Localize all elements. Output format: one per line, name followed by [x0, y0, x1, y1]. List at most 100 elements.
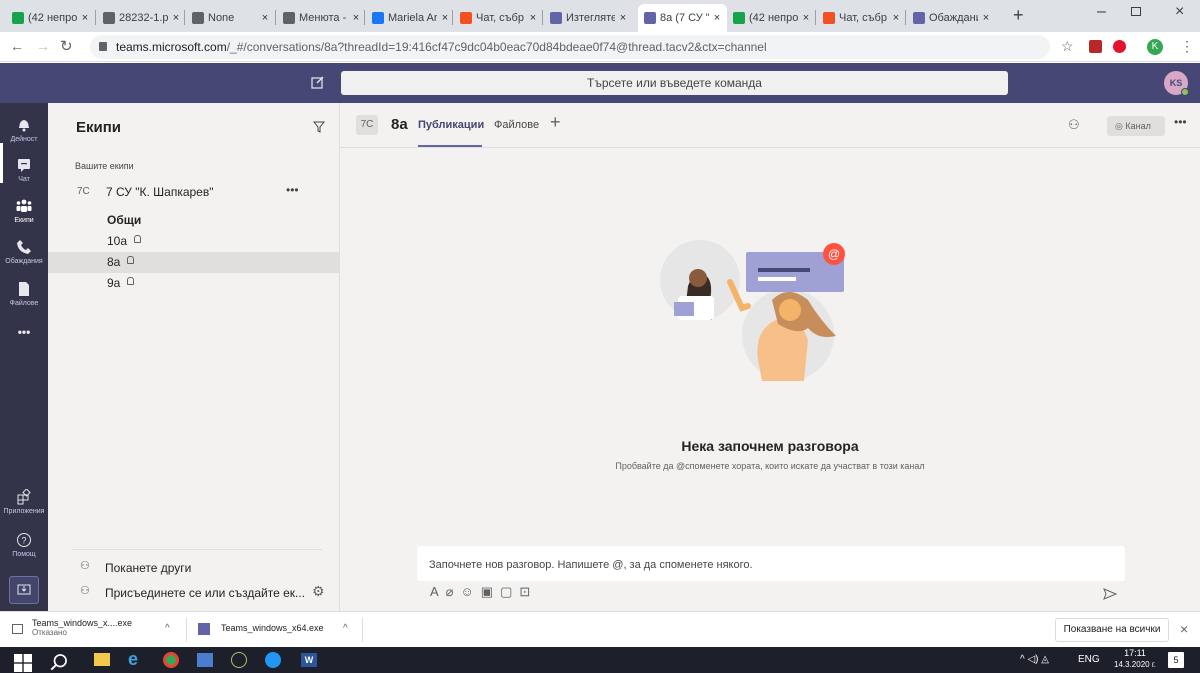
sticker-icon[interactable]: ▢	[500, 584, 519, 599]
browser-tab[interactable]: (42 непро ×	[727, 4, 816, 32]
user-avatar[interactable]: KS	[1164, 71, 1189, 96]
send-icon[interactable]	[1103, 588, 1117, 600]
gif-icon[interactable]: ▣	[481, 584, 500, 599]
format-icon[interactable]: A	[430, 584, 446, 599]
browser-tab[interactable]: 28232-1.p ×	[97, 4, 186, 32]
command-search-input[interactable]: Търсете или въведете команда	[341, 71, 1008, 95]
reload-button[interactable]: ↻	[60, 37, 73, 55]
maximize-button[interactable]	[1131, 7, 1141, 16]
notifications-button[interactable]: 5	[1168, 652, 1184, 668]
profile-avatar[interactable]: K	[1147, 39, 1163, 55]
star-icon[interactable]: ☆	[1061, 38, 1074, 55]
pdf-extension-icon[interactable]	[1089, 40, 1102, 53]
clock[interactable]: 17:11 14.3.2020 г.	[1105, 648, 1165, 670]
close-tab-icon[interactable]: ×	[350, 12, 362, 24]
rail-item-files[interactable]: Файлове	[0, 281, 48, 307]
search-icon[interactable]	[50, 653, 68, 671]
teams-icon	[550, 12, 562, 24]
close-download-shelf-button[interactable]: ×	[1180, 621, 1188, 637]
close-tab-icon[interactable]: ×	[890, 12, 902, 24]
chrome-icon[interactable]	[163, 652, 179, 668]
browser-tab[interactable]: 8a (7 СУ "К×	[638, 4, 727, 32]
browser-tab[interactable]: None ×	[186, 4, 275, 32]
team-row[interactable]: 7С 7 СУ "К. Шапкарев" •••	[73, 183, 333, 205]
close-tab-icon[interactable]: ×	[259, 12, 271, 24]
emoji-icon[interactable]: ☺	[461, 584, 481, 599]
download-item-1[interactable]: Teams_windows_x....exe Отказано	[32, 618, 132, 637]
channel-more-button[interactable]: •••	[1174, 115, 1187, 129]
browser-tab[interactable]: Изтегляте ×	[544, 4, 633, 32]
tab-title: Обаждани	[929, 12, 978, 24]
rail-item-calls[interactable]: Обаждания	[0, 239, 48, 265]
facebook-icon	[372, 12, 384, 24]
download-app-button[interactable]	[9, 576, 39, 604]
word-icon[interactable]: W	[301, 653, 317, 667]
url-field[interactable]: teams.microsoft.com/_#/conversations/8a?…	[90, 35, 1050, 59]
adblock-extension-icon[interactable]	[1113, 40, 1126, 53]
close-tab-icon[interactable]: ×	[617, 12, 629, 24]
language-indicator[interactable]: ENG	[1078, 654, 1100, 665]
channel-item[interactable]: Общи	[48, 210, 339, 231]
channel-team-badge: 7С	[356, 115, 378, 135]
close-tab-icon[interactable]: ×	[439, 12, 451, 24]
back-button[interactable]: ←	[10, 38, 24, 54]
channel-info-button[interactable]: ◎ Канал	[1107, 116, 1165, 136]
close-window-button[interactable]: ×	[1175, 3, 1184, 21]
download-item-2[interactable]: Teams_windows_x64.exe	[221, 623, 324, 633]
rail-more-button[interactable]: •••	[0, 325, 48, 339]
browser-menu-button[interactable]: ⋮	[1180, 38, 1194, 55]
windows-start-icon[interactable]	[14, 654, 32, 672]
team-members-icon[interactable]: ⚇	[1068, 117, 1080, 133]
forward-button[interactable]: →	[36, 38, 50, 54]
rail-item-teams[interactable]: Екипи	[0, 198, 48, 224]
rail-item-help[interactable]: ? Помощ	[0, 532, 48, 558]
rail-item-chat[interactable]: Чат	[0, 157, 48, 183]
utorrent-icon[interactable]	[231, 652, 247, 668]
team-more-button[interactable]: •••	[286, 183, 299, 197]
show-all-downloads-button[interactable]: Показване на всички	[1055, 618, 1169, 642]
edge-icon[interactable]	[265, 652, 281, 668]
minimize-button[interactable]: –	[1097, 3, 1106, 21]
chevron-up-icon[interactable]: ^	[165, 623, 170, 634]
browser-tab[interactable]: Чат, събр ×	[817, 4, 906, 32]
internet-explorer-icon[interactable]: e	[128, 650, 146, 668]
chat-icon	[18, 159, 30, 172]
channel-item[interactable]: 9a	[48, 273, 339, 294]
system-tray-icons[interactable]: ^ ◁) ◬	[1020, 654, 1049, 665]
compose-box[interactable]: Започнете нов разговор. Напишете @, за д…	[417, 546, 1125, 581]
channel-item[interactable]: 10a	[48, 231, 339, 252]
close-tab-icon[interactable]: ×	[170, 12, 182, 24]
rail-item-activity[interactable]: Дейност	[0, 117, 48, 143]
rail-item-apps[interactable]: Приложения	[0, 489, 48, 515]
browser-tab[interactable]: Менюта - ×	[277, 4, 366, 32]
meet-now-icon[interactable]: ⊡	[519, 584, 537, 599]
new-tab-button[interactable]: +	[1013, 5, 1024, 26]
close-tab-icon[interactable]: ×	[711, 12, 723, 24]
chevron-up-icon[interactable]: ^	[343, 623, 348, 634]
mail-icon[interactable]	[197, 653, 213, 667]
tab-files[interactable]: Файлове	[494, 119, 539, 131]
gear-icon[interactable]: ⚙	[312, 583, 325, 600]
channel-item[interactable]: 8a	[48, 252, 339, 273]
attach-icon[interactable]: ⌀	[446, 584, 461, 599]
eye-icon: ◎	[1115, 121, 1123, 131]
close-tab-icon[interactable]: ×	[527, 12, 539, 24]
close-tab-icon[interactable]: ×	[980, 12, 992, 24]
filter-icon[interactable]	[313, 121, 325, 133]
close-tab-icon[interactable]: ×	[800, 12, 812, 24]
file-explorer-icon[interactable]	[94, 653, 110, 666]
browser-tab[interactable]: (42 непро ×	[6, 4, 95, 32]
add-tab-button[interactable]: +	[550, 112, 561, 133]
close-tab-icon[interactable]: ×	[79, 12, 91, 24]
browser-tab[interactable]: Чат, събр ×	[454, 4, 543, 32]
tab-separator	[905, 10, 906, 25]
tab-posts[interactable]: Публикации	[418, 119, 484, 131]
tab-separator	[542, 10, 543, 25]
panel-divider	[72, 549, 322, 550]
browser-tab[interactable]: Обаждани ×	[907, 4, 996, 32]
teams-people-icon	[16, 199, 32, 212]
browser-tab[interactable]: Mariela Ar ×	[366, 4, 455, 32]
teams-list-panel: Екипи Вашите екипи 7С 7 СУ "К. Шапкарев"…	[48, 103, 340, 611]
new-chat-icon[interactable]	[311, 75, 325, 89]
tab-title: Mariela Ar	[388, 12, 437, 24]
